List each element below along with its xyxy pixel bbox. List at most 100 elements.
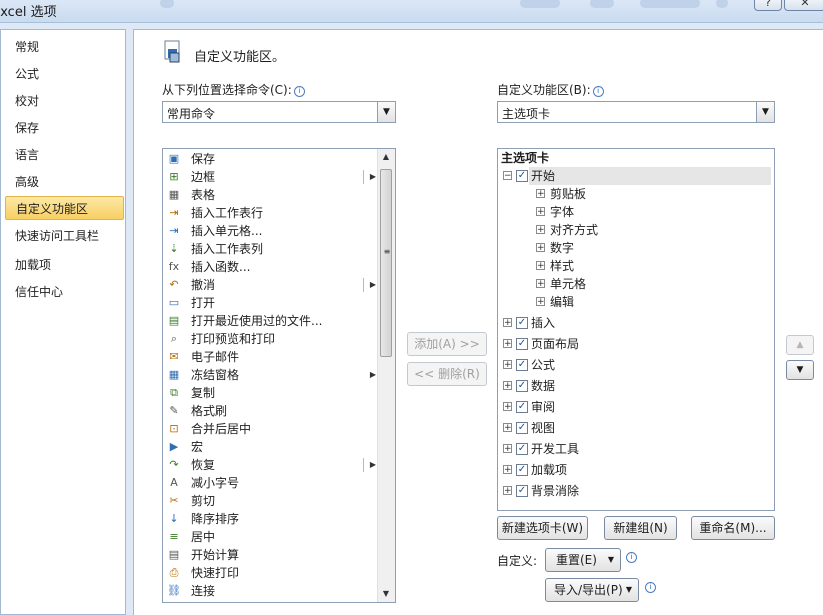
nav-item-5[interactable]: 高级 bbox=[5, 170, 124, 194]
tree-tab-3[interactable]: 公式 bbox=[531, 356, 555, 374]
tree-tab-0[interactable]: 开始 bbox=[529, 167, 771, 185]
command-item[interactable]: ⎙ 快速打印 bbox=[163, 564, 378, 582]
command-item[interactable]: fx 插入函数... bbox=[163, 258, 378, 276]
tab-checkbox[interactable]: ✓ bbox=[516, 422, 528, 434]
expand-icon[interactable]: + bbox=[503, 360, 512, 370]
tree-group[interactable]: 数字 bbox=[550, 239, 574, 257]
nav-item-6[interactable]: 自定义功能区 bbox=[5, 196, 124, 220]
tree-tab-1[interactable]: 插入 bbox=[531, 314, 555, 332]
command-item[interactable]: ↶ 撤消 ▶ bbox=[163, 276, 378, 294]
scroll-up-icon[interactable]: ▲ bbox=[378, 149, 394, 165]
expand-icon[interactable]: + bbox=[503, 339, 512, 349]
collapse-icon[interactable]: − bbox=[503, 171, 512, 181]
command-item[interactable]: A 减小字号 bbox=[163, 474, 378, 492]
command-item[interactable]: ✎ 格式刷 bbox=[163, 402, 378, 420]
chevron-down-icon[interactable]: ▼ bbox=[377, 102, 395, 122]
command-item[interactable]: ▦ 冻结窗格 ▶ bbox=[163, 366, 378, 384]
command-item[interactable]: ↓ 降序排序 bbox=[163, 510, 378, 528]
expand-icon[interactable]: + bbox=[503, 444, 512, 454]
commands-list[interactable]: ▲ ≡ ▼ ▣ 保存 ⊞ 边框 ▶ ▦ 表格 ⇥ 插入工作表行 ⇥ 插入单元格... ⇣ 插入工作表列 f… bbox=[162, 148, 396, 603]
nav-item-0[interactable]: 常规 bbox=[5, 35, 124, 59]
scroll-down-icon[interactable]: ▼ bbox=[378, 586, 394, 602]
expand-icon[interactable]: + bbox=[536, 261, 545, 271]
tree-tab-6[interactable]: 视图 bbox=[531, 419, 555, 437]
nav-item-1[interactable]: 公式 bbox=[5, 62, 124, 86]
expand-icon[interactable]: + bbox=[503, 465, 512, 475]
add-button[interactable]: 添加(A) >> bbox=[407, 332, 487, 356]
commands-scrollbar[interactable]: ▲ ≡ ▼ bbox=[377, 149, 395, 602]
tree-group[interactable]: 对齐方式 bbox=[550, 221, 598, 239]
expand-icon[interactable]: + bbox=[536, 225, 545, 235]
tree-tab-4[interactable]: 数据 bbox=[531, 377, 555, 395]
command-item[interactable]: ⌕ 打印预览和打印 bbox=[163, 330, 378, 348]
command-item[interactable]: ≡ 居中 bbox=[163, 528, 378, 546]
commands-source-select[interactable]: 常用命令 ▼ bbox=[162, 101, 396, 123]
tree-tab-7[interactable]: 开发工具 bbox=[531, 440, 579, 458]
command-item[interactable]: ⊞ 边框 ▶ bbox=[163, 168, 378, 186]
command-item[interactable]: ⛓ 连接 bbox=[163, 582, 378, 600]
tab-checkbox[interactable]: ✓ bbox=[516, 380, 528, 392]
command-item[interactable]: ⇥ 插入工作表行 bbox=[163, 204, 378, 222]
tree-group[interactable]: 样式 bbox=[550, 257, 574, 275]
command-item[interactable]: ✉ 电子邮件 bbox=[163, 348, 378, 366]
tab-checkbox[interactable]: ✓ bbox=[516, 464, 528, 476]
ribbon-tabs-select[interactable]: 主选项卡 ▼ bbox=[497, 101, 775, 123]
remove-button[interactable]: << 删除(R) bbox=[407, 362, 487, 386]
tree-tab-8[interactable]: 加载项 bbox=[531, 461, 567, 479]
new-tab-button[interactable]: 新建选项卡(W) bbox=[497, 516, 588, 540]
expand-icon[interactable]: + bbox=[503, 486, 512, 496]
expand-icon[interactable]: + bbox=[503, 423, 512, 433]
command-item[interactable]: ▦ 表格 bbox=[163, 186, 378, 204]
expand-icon[interactable]: + bbox=[503, 381, 512, 391]
tab-checkbox[interactable]: ✓ bbox=[516, 317, 528, 329]
expand-icon[interactable]: + bbox=[536, 297, 545, 307]
tab-checkbox[interactable]: ✓ bbox=[516, 485, 528, 497]
command-item[interactable]: ⇥ 插入单元格... bbox=[163, 222, 378, 240]
nav-item-3[interactable]: 保存 bbox=[5, 116, 124, 140]
command-item[interactable]: ▤ 打开最近使用过的文件... bbox=[163, 312, 378, 330]
expand-icon[interactable]: + bbox=[536, 207, 545, 217]
scroll-thumb[interactable] bbox=[380, 169, 392, 357]
tree-group[interactable]: 字体 bbox=[550, 203, 574, 221]
move-down-button[interactable]: ▼ bbox=[786, 360, 814, 380]
tree-tab-9[interactable]: 背景消除 bbox=[531, 482, 579, 500]
tab-checkbox[interactable]: ✓ bbox=[516, 170, 528, 182]
tab-checkbox[interactable]: ✓ bbox=[516, 359, 528, 371]
command-item[interactable]: ⊡ 合并后居中 bbox=[163, 420, 378, 438]
expand-icon[interactable]: + bbox=[503, 402, 512, 412]
nav-item-8[interactable]: 加载项 bbox=[5, 253, 124, 277]
expand-icon[interactable]: + bbox=[503, 318, 512, 328]
close-button[interactable]: ✕ bbox=[784, 0, 823, 11]
new-group-button[interactable]: 新建组(N) bbox=[604, 516, 677, 540]
tree-group[interactable]: 单元格 bbox=[550, 275, 586, 293]
nav-item-2[interactable]: 校对 bbox=[5, 89, 124, 113]
command-item[interactable]: ▤ 开始计算 bbox=[163, 546, 378, 564]
command-item[interactable]: ▣ 保存 bbox=[163, 150, 378, 168]
tree-tab-5[interactable]: 审阅 bbox=[531, 398, 555, 416]
nav-item-7[interactable]: 快速访问工具栏 bbox=[5, 224, 124, 248]
command-item[interactable]: ✂ 剪切 bbox=[163, 492, 378, 510]
expand-icon[interactable]: + bbox=[536, 189, 545, 199]
rename-button[interactable]: 重命名(M)... bbox=[691, 516, 775, 540]
tab-checkbox[interactable]: ✓ bbox=[516, 443, 528, 455]
tree-tab-2[interactable]: 页面布局 bbox=[531, 335, 579, 353]
help-button[interactable]: ? bbox=[754, 0, 782, 11]
move-up-button[interactable]: ▲ bbox=[786, 335, 814, 355]
expand-icon[interactable]: + bbox=[536, 243, 545, 253]
import-export-dropdown[interactable]: 导入/导出(P) ▼ bbox=[545, 578, 639, 602]
command-item[interactable]: ▶ 宏 bbox=[163, 438, 378, 456]
tab-checkbox[interactable]: ✓ bbox=[516, 338, 528, 350]
command-item[interactable]: ⇣ 插入工作表列 bbox=[163, 240, 378, 258]
tree-group[interactable]: 剪贴板 bbox=[550, 185, 586, 203]
command-item[interactable]: ▭ 打开 bbox=[163, 294, 378, 312]
command-item[interactable]: ⧉ 复制 bbox=[163, 384, 378, 402]
tree-group[interactable]: 编辑 bbox=[550, 293, 574, 311]
command-item[interactable]: ↷ 恢复 ▶ bbox=[163, 456, 378, 474]
nav-item-4[interactable]: 语言 bbox=[5, 143, 124, 167]
ribbon-tree[interactable]: 主选项卡 − ✓ 开始 + 剪贴板 + 字体 + 对齐方式 + 数字 + 样式 + 单元格 + 编辑 + ✓ 插入 + ✓… bbox=[497, 148, 775, 511]
chevron-down-icon[interactable]: ▼ bbox=[756, 102, 774, 122]
expand-icon[interactable]: + bbox=[536, 279, 545, 289]
reset-dropdown[interactable]: 重置(E) ▼ bbox=[545, 548, 621, 572]
tab-checkbox[interactable]: ✓ bbox=[516, 401, 528, 413]
nav-item-9[interactable]: 信任中心 bbox=[5, 280, 124, 304]
